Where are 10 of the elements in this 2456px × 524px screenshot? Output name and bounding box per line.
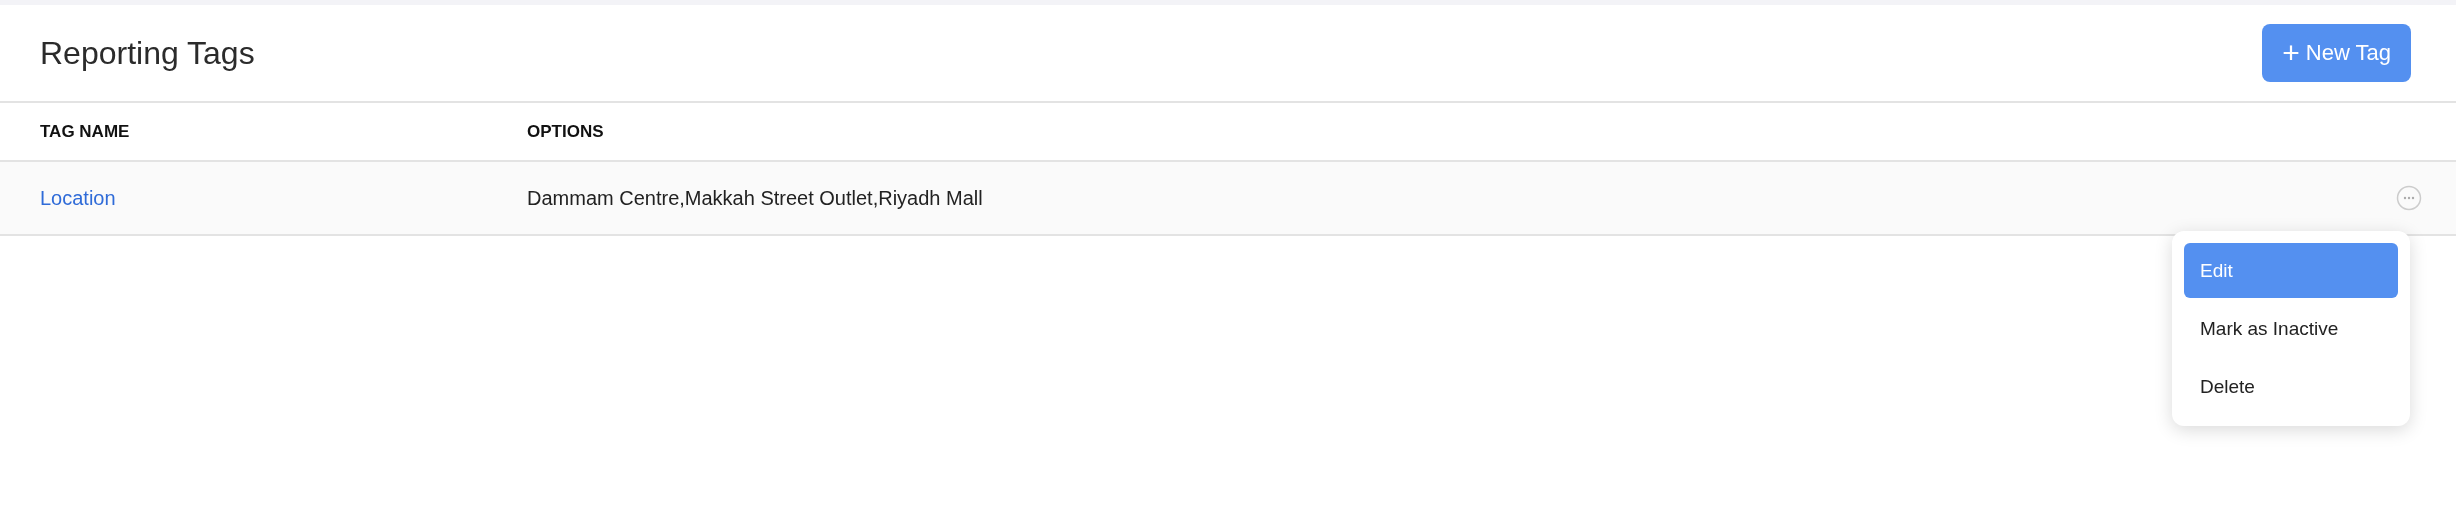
options-cell-text: Dammam Centre,Makkah Street Outlet,Riyadh Mall [527, 186, 984, 210]
page-title: Reporting Tags [40, 34, 255, 72]
more-options-icon[interactable] [2396, 185, 2422, 211]
menu-item[interactable]: Edit [2184, 243, 2398, 298]
tag-name-link[interactable]: Location [40, 186, 116, 210]
column-header: TAG NAME [40, 121, 131, 142]
column-header: OPTIONS [527, 121, 605, 142]
menu-item[interactable]: Delete [2184, 359, 2398, 414]
new-tag-button[interactable]: + New Tag [2262, 24, 2411, 82]
menu-item[interactable]: Mark as Inactive [2184, 301, 2398, 356]
